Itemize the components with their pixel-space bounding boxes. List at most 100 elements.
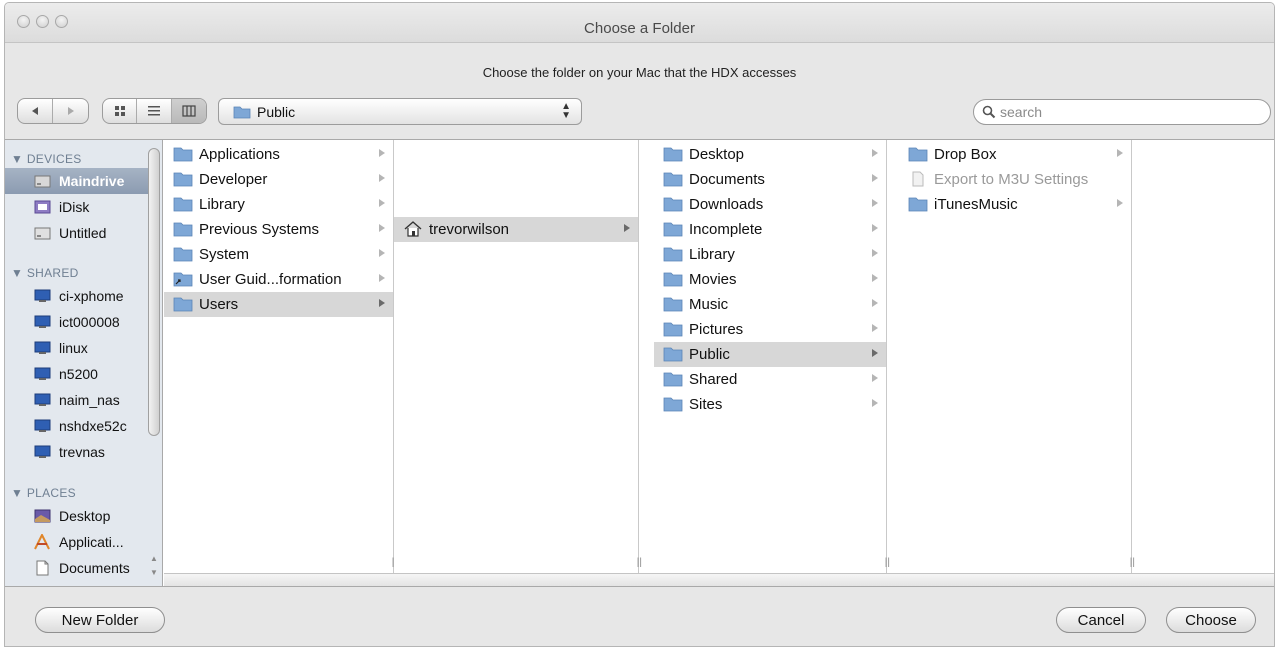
sidebar-scrollbar[interactable]: ▲ ▼ — [147, 146, 161, 582]
list-item[interactable]: Incomplete — [654, 217, 886, 242]
list-item[interactable]: iTunesMusic — [899, 192, 1131, 217]
folder-label: iTunesMusic — [934, 196, 1018, 213]
sidebar-scroll-thumb[interactable] — [148, 148, 160, 436]
sidebar-item-ict000008[interactable]: ict000008 — [5, 309, 149, 335]
list-item[interactable]: Shared — [654, 367, 886, 392]
sidebar-item-label: Desktop — [59, 508, 111, 524]
back-button[interactable] — [18, 99, 53, 123]
disclosure-arrow-icon — [379, 299, 385, 307]
new-folder-button[interactable]: New Folder — [35, 607, 165, 633]
hard-drive-icon — [34, 227, 51, 240]
folder-label: Movies — [689, 271, 737, 288]
disclosure-arrow-icon — [872, 374, 878, 382]
folder-icon — [663, 172, 683, 187]
column-resize-handle[interactable]: || — [637, 557, 642, 568]
location-popup[interactable]: Public ▲ ▼ — [218, 98, 582, 125]
folder-icon — [663, 372, 683, 387]
list-item[interactable]: Library — [164, 192, 393, 217]
up-down-chevron-icon: ▲ ▼ — [561, 101, 571, 121]
sidebar-item-documents[interactable]: Documents — [5, 555, 149, 581]
list-item[interactable]: Drop Box — [899, 142, 1131, 167]
sidebar-item-n5200[interactable]: n5200 — [5, 361, 149, 387]
scroll-down-arrow-icon[interactable]: ▼ — [149, 568, 159, 577]
icon-view-button[interactable] — [103, 99, 138, 123]
sidebar-item-label: Applicati... — [59, 534, 124, 550]
folder-icon — [173, 222, 193, 237]
list-item[interactable]: User Guid...formation — [164, 267, 393, 292]
list-item[interactable]: Movies — [654, 267, 886, 292]
list-item[interactable]: Downloads — [654, 192, 886, 217]
back-forward-control — [17, 98, 89, 124]
sidebar-item-nshdxe52c[interactable]: nshdxe52c — [5, 413, 149, 439]
folder-icon — [663, 347, 683, 362]
sidebar-item-label: trevnas — [59, 444, 105, 460]
list-item[interactable]: Previous Systems — [164, 217, 393, 242]
sidebar-item-label: Maindrive — [59, 173, 125, 189]
sidebar-item-desktop[interactable]: Desktop — [5, 503, 149, 529]
list-item[interactable]: Desktop — [654, 142, 886, 167]
folder-label: Downloads — [689, 196, 764, 213]
sidebar-item-label: ci-xphome — [59, 288, 124, 304]
list-item[interactable]: trevorwilson — [394, 217, 638, 242]
choose-button[interactable]: Choose — [1166, 607, 1256, 633]
column-resize-handle[interactable]: || — [1130, 557, 1135, 568]
folder-icon — [908, 147, 928, 162]
disclosure-arrow-icon — [872, 399, 878, 407]
column-resize-handle[interactable]: || — [885, 557, 890, 568]
back-arrow-icon — [32, 107, 38, 115]
document-icon — [36, 560, 49, 576]
list-item[interactable]: Documents — [654, 167, 886, 192]
sidebar-item-label: iDisk — [59, 199, 90, 215]
sidebar-item-trevnas[interactable]: trevnas — [5, 439, 149, 465]
disclosure-arrow-icon — [872, 349, 878, 357]
cancel-button[interactable]: Cancel — [1056, 607, 1146, 633]
folder-icon — [663, 222, 683, 237]
sidebar-item-naim-nas[interactable]: naim_nas — [5, 387, 149, 413]
disclosure-arrow-icon — [872, 299, 878, 307]
sidebar: ▼ DEVICES Maindrive iDisk Untitled ▼ SHA… — [5, 140, 163, 586]
folder-icon — [908, 197, 928, 212]
list-item[interactable]: System — [164, 242, 393, 267]
list-view-button[interactable] — [137, 99, 172, 123]
file-icon — [912, 171, 924, 187]
disclosure-arrow-icon — [872, 174, 878, 182]
horizontal-scrollbar[interactable] — [164, 573, 1274, 586]
scroll-up-arrow-icon[interactable]: ▲ — [149, 554, 159, 563]
search-field[interactable] — [973, 99, 1271, 125]
column-view-button[interactable] — [171, 99, 206, 123]
folder-label: User Guid...formation — [199, 271, 342, 288]
sidebar-item-linux[interactable]: linux — [5, 335, 149, 361]
list-item[interactable]: Users — [164, 292, 393, 317]
folder-label: Library — [199, 196, 245, 213]
folder-icon — [663, 397, 683, 412]
sidebar-item-untitled[interactable]: Untitled — [5, 220, 149, 246]
list-item[interactable]: Library — [654, 242, 886, 267]
dialog-message: Choose the folder on your Mac that the H… — [482, 65, 797, 80]
home-icon — [404, 221, 422, 237]
sidebar-item-applications[interactable]: Applicati... — [5, 529, 149, 555]
folder-icon — [173, 247, 193, 262]
sidebar-item-ci-xphome[interactable]: ci-xphome — [5, 283, 149, 309]
list-item[interactable]: Pictures — [654, 317, 886, 342]
folder-label: System — [199, 246, 250, 263]
folder-icon — [663, 272, 683, 287]
sidebar-item-idisk[interactable]: iDisk — [5, 194, 149, 220]
applications-icon — [34, 534, 50, 550]
search-input[interactable] — [1000, 103, 1250, 121]
list-item[interactable]: Music — [654, 292, 886, 317]
search-icon — [982, 105, 996, 119]
folder-label: Sites — [689, 396, 723, 413]
network-computer-icon — [34, 419, 51, 432]
forward-button[interactable] — [53, 99, 88, 123]
list-item[interactable]: Sites — [654, 392, 886, 417]
list-item[interactable]: Public — [654, 342, 886, 367]
disclosure-arrow-icon — [872, 324, 878, 332]
choose-folder-window: Choose a Folder Choose the folder on you… — [4, 2, 1275, 647]
folder-icon — [663, 322, 683, 337]
list-item[interactable]: Applications — [164, 142, 393, 167]
browser-column-3: Desktop Documents Downloads Incomplete L… — [654, 140, 890, 574]
sidebar-item-maindrive[interactable]: Maindrive — [5, 168, 149, 194]
list-item[interactable]: Developer — [164, 167, 393, 192]
column-view-icon — [182, 105, 196, 117]
desktop-icon — [34, 509, 51, 523]
